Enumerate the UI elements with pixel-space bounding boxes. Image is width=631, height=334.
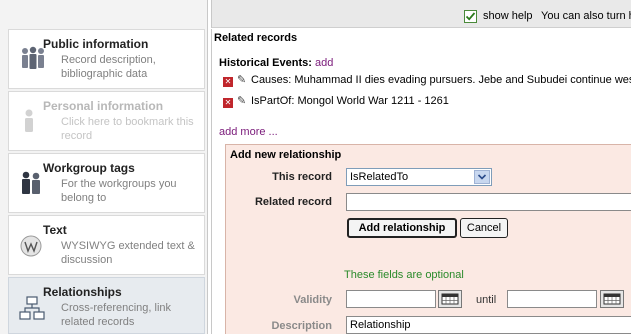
panel-title: Add new relationship: [230, 149, 342, 161]
description-input[interactable]: Relationship: [346, 316, 631, 334]
validity-label: Validity: [293, 294, 332, 306]
optional-fields-note: These fields are optional: [344, 269, 464, 281]
this-record-label: This record: [272, 171, 332, 183]
sidebar-item-desc: Click here to bookmark this record: [61, 116, 194, 142]
sidebar-item-title: Workgroup tags: [43, 161, 135, 175]
list-item: ✕ ✎ IsPartOf: Mongol World War 1211 - 1261: [223, 94, 449, 108]
page-title: Related records: [214, 32, 298, 44]
validity-until-input[interactable]: [507, 290, 597, 308]
validity-from-input[interactable]: [346, 290, 436, 308]
until-label: until: [476, 294, 497, 306]
main-panel: Related records Historical Events: add ✕…: [211, 29, 631, 334]
top-toolbar: show help You can also turn h: [211, 0, 631, 28]
sidebar-item-desc: Cross-referencing, link related records: [61, 302, 172, 328]
list-item: ✕ ✎ Causes: Muhammad II dies evading pursu…: [223, 73, 631, 87]
description-label: Description: [271, 320, 332, 332]
add-relationship-panel: Add new relationship This record IsRelat…: [225, 144, 631, 334]
sidebar-item-desc: WYSIWYG extended text & discussion: [61, 240, 195, 266]
chevron-down-icon: [477, 174, 487, 180]
sidebar-item-workgroup-tags[interactable]: Workgroup tags For the workgroups you be…: [8, 153, 205, 213]
historical-events-row: Historical Events: add: [219, 57, 333, 69]
sidebar-item-title: Personal information: [43, 99, 164, 113]
relationship-type-select[interactable]: IsRelatedTo: [346, 168, 492, 186]
sidebar-item-title: Text: [43, 223, 67, 237]
sidebar-item-title: Public information: [43, 37, 149, 51]
sidebar-item-public-information[interactable]: Public information Record description, b…: [8, 29, 205, 89]
show-help-checkbox[interactable]: [464, 10, 477, 23]
sidebar-item-desc: Record description, bibliographic data: [61, 54, 156, 80]
show-help-label[interactable]: show help: [483, 10, 533, 22]
edit-pencil-icon[interactable]: ✎: [237, 73, 247, 86]
relationship-type-value: IsRelatedTo: [350, 171, 409, 183]
sidebar-item-relationships[interactable]: Relationships Cross-referencing, link re…: [8, 277, 205, 334]
calendar-icon: [441, 293, 459, 305]
delete-icon[interactable]: ✕: [223, 77, 233, 87]
delete-icon[interactable]: ✕: [223, 98, 233, 108]
calendar-icon: [603, 293, 621, 305]
add-relationship-button[interactable]: Add relationship: [347, 218, 457, 238]
add-more-link[interactable]: add more ...: [219, 126, 278, 138]
record-text[interactable]: Causes: Muhammad II dies evading pursuer…: [251, 74, 631, 86]
checkmark-icon: [465, 12, 476, 21]
calendar-from-button[interactable]: [438, 290, 462, 308]
cancel-button[interactable]: Cancel: [460, 218, 508, 238]
related-record-label: Related record: [254, 196, 332, 208]
dropdown-arrow[interactable]: [474, 170, 490, 184]
add-link[interactable]: add: [315, 57, 333, 69]
related-record-input[interactable]: [346, 193, 631, 211]
sidebar-item-desc: For the workgroups you belong to: [61, 178, 177, 204]
calendar-until-button[interactable]: [600, 290, 624, 308]
edit-pencil-icon[interactable]: ✎: [237, 94, 247, 107]
sidebar-item-text[interactable]: Text WYSIWYG extended text & discussion: [8, 215, 205, 275]
help-info-text: You can also turn h: [541, 10, 631, 22]
sidebar: Public information Record description, b…: [0, 0, 208, 334]
sidebar-item-title: Relationships: [43, 285, 122, 299]
sidebar-item-personal-information[interactable]: Personal information Click here to bookm…: [8, 91, 205, 151]
record-text[interactable]: IsPartOf: Mongol World War 1211 - 1261: [251, 95, 449, 107]
historical-events-label: Historical Events:: [219, 57, 312, 69]
